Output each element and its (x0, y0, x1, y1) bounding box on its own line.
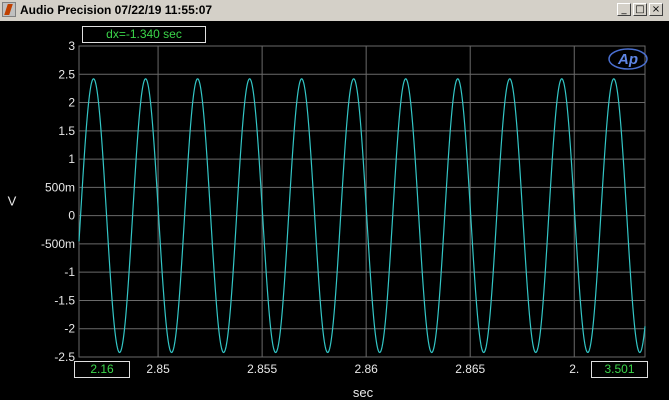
y-tick-label: -2.5 (54, 350, 75, 364)
x-axis-label: sec (353, 385, 374, 400)
y-tick-label: 1.5 (58, 124, 75, 138)
x-tick-label: 2. (569, 362, 579, 376)
y-tick-label: -500m (41, 237, 75, 251)
minimize-button[interactable]: _ (617, 3, 631, 16)
y-tick-label: -1 (64, 265, 75, 279)
right-cursor-value[interactable]: 3.501 (591, 361, 648, 378)
title-bar[interactable]: Audio Precision 07/22/19 11:55:07 _ □ × (0, 0, 669, 22)
x-tick-label: 2.865 (455, 362, 485, 376)
y-tick-label: 1 (68, 152, 75, 166)
graph-area[interactable]: 3 2.5 2 1.5 1 500m 0 -500m -1 -1.5 -2 -2.5 2.85 2.855… (0, 21, 669, 400)
close-button[interactable]: × (649, 3, 663, 16)
ap-logo-text: Ap (617, 51, 638, 68)
y-tick-label: 3 (68, 39, 75, 53)
left-cursor-value[interactable]: 2.16 (74, 361, 130, 378)
y-axis-label: V (8, 194, 17, 209)
y-tick-label: 500m (45, 180, 75, 194)
x-tick-label: 2.85 (146, 362, 170, 376)
y-tick-label: 2 (68, 96, 75, 110)
dx-readout: dx=-1.340 sec (82, 26, 206, 43)
waveform-chart[interactable]: 3 2.5 2 1.5 1 500m 0 -500m -1 -1.5 -2 -2.5 2.85 2.855… (0, 21, 669, 400)
y-tick-label: -2 (64, 322, 75, 336)
y-tick-label: 2.5 (58, 67, 75, 81)
y-tick-label: 0 (68, 209, 75, 223)
audio-precision-app-icon (2, 2, 16, 17)
window-title: Audio Precision 07/22/19 11:55:07 (20, 3, 213, 17)
x-tick-label: 2.855 (247, 362, 277, 376)
y-tick-label: -1.5 (54, 293, 75, 307)
x-tick-label: 2.86 (354, 362, 378, 376)
maximize-button[interactable]: □ (633, 3, 647, 16)
plot-frame (78, 45, 646, 358)
